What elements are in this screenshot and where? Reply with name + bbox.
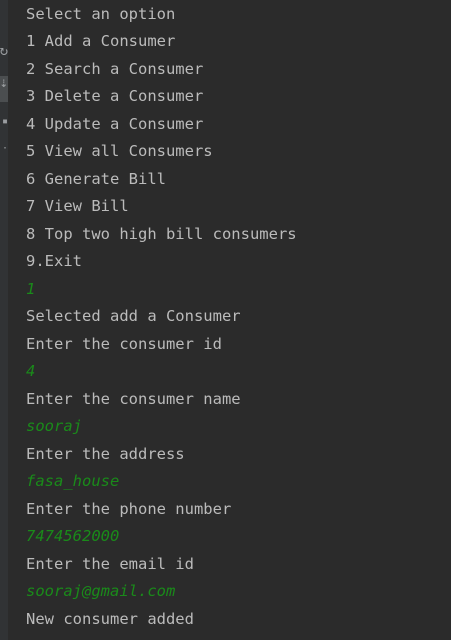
console-output-line: Enter the phone number xyxy=(26,499,232,518)
console-output-line: 3 Delete a Consumer xyxy=(26,87,204,105)
console-output-line: 8 Top two high bill consumers xyxy=(26,224,297,243)
console-output-line: Enter the consumer id xyxy=(26,334,222,353)
console-output-line: Enter the consumer name xyxy=(26,389,241,408)
console-user-input: 7474562000 xyxy=(26,527,120,545)
console-output-line: 6 Generate Bill xyxy=(26,169,166,188)
console-output-line: Enter the address xyxy=(26,444,185,463)
console-output-line: 1 Add a Consumer xyxy=(26,32,176,50)
console-output-line: Select an option xyxy=(26,4,176,23)
console-output-line: 7 View Bill xyxy=(26,197,129,215)
console-toolbar: ↻ ⇣ ▪ · xyxy=(0,0,8,640)
console-output-line: 9.Exit xyxy=(26,252,82,270)
console-output-line: Selected add a Consumer xyxy=(26,307,241,325)
console-output-line: 5 View all Consumers xyxy=(26,142,213,160)
console-output-line: Enter the email id xyxy=(26,554,194,573)
console-user-input: sooraj@gmail.com xyxy=(26,582,176,600)
console-output-line: 2 Search a Consumer xyxy=(26,59,204,78)
console-output-line: 4 Update a Consumer xyxy=(26,114,204,133)
console-user-input: fasa_house xyxy=(26,472,120,490)
console-user-input: 1 xyxy=(26,279,36,298)
print-icon[interactable]: ▪ xyxy=(0,115,8,129)
pin-icon[interactable]: · xyxy=(0,142,8,156)
console-user-input: 4 xyxy=(26,362,36,380)
console-user-input: sooraj xyxy=(26,417,82,435)
restart-icon[interactable]: ↻ xyxy=(0,44,8,58)
run-console-output[interactable]: Select an option 1 Add a Consumer 2 Search… xyxy=(26,0,446,640)
scroll-to-end-icon[interactable]: ⇣ xyxy=(0,76,8,102)
console-output-line: New consumer added xyxy=(26,609,194,628)
